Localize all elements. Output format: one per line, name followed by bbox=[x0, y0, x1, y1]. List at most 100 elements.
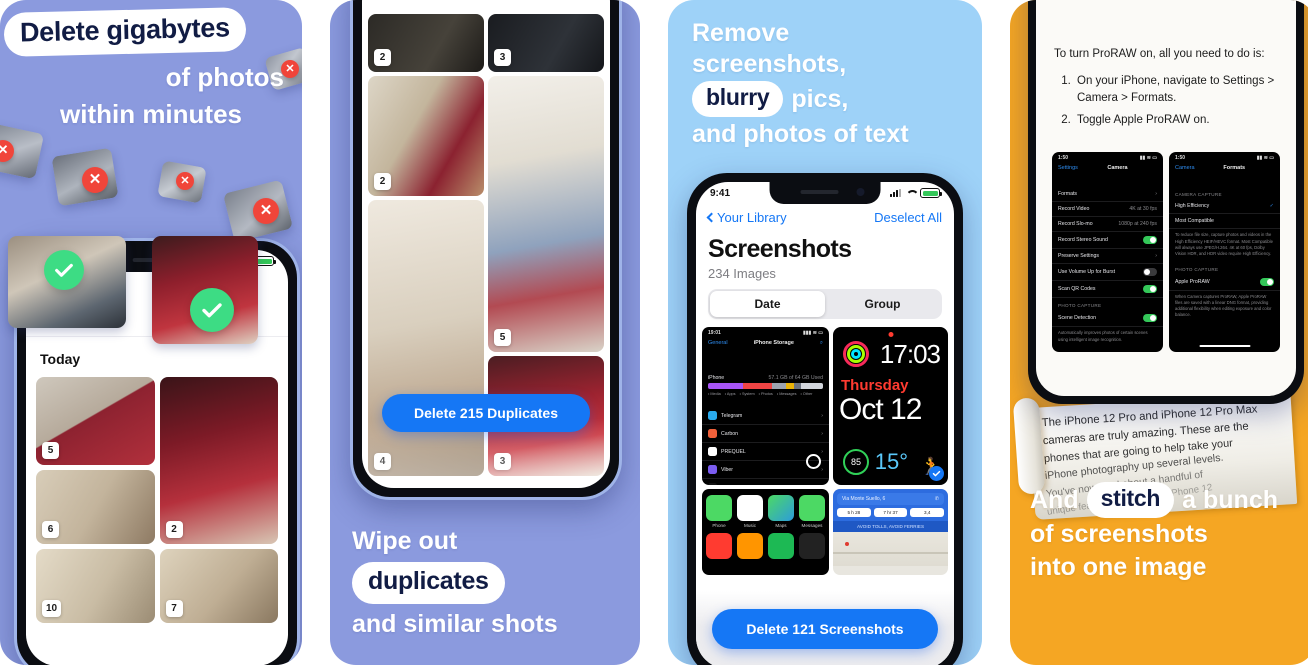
photo-grid: 5 2 6 10 7 bbox=[26, 377, 288, 623]
headline-pill-blurry: blurry bbox=[692, 81, 784, 117]
section-label: Today bbox=[40, 351, 81, 367]
footline-line3: into one image bbox=[1030, 552, 1207, 581]
settings-note: To reduce file size, capture photos and … bbox=[1175, 232, 1273, 256]
panel-stitch-screenshots: To turn ProRAW on, all you need to do is… bbox=[1010, 0, 1308, 665]
toggle-on-icon[interactable] bbox=[1260, 277, 1274, 286]
toggle-on-icon[interactable] bbox=[1143, 314, 1157, 323]
phone-mockup-screenshots: 9:41 Your Library Deselect All Screensho… bbox=[687, 173, 963, 665]
footline-pill: duplicates bbox=[352, 562, 505, 604]
check-icon: ✓ bbox=[1269, 203, 1274, 210]
settings-note: Automatically improves photos of certain… bbox=[1058, 330, 1148, 342]
settings-row-value: 1080p at 240 fps bbox=[1118, 221, 1157, 228]
storage-legend: • Media • Apps • System • Photos • Messages •… bbox=[708, 392, 813, 396]
panel-wipe-out-duplicates: 2 3 2 5 4 bbox=[330, 0, 640, 665]
battery-charging-icon bbox=[920, 188, 942, 198]
maps-destination: Via Monte Suello, 6 bbox=[842, 496, 886, 502]
toggle-off-icon[interactable] bbox=[1143, 268, 1157, 277]
screenshot-iphone-storage[interactable]: 19:01 ▮▮▮ ≋ ▭ General iPhone Storage ⌕ iP… bbox=[702, 327, 829, 485]
toggle-on-icon[interactable] bbox=[1143, 285, 1157, 294]
record-circle-icon bbox=[806, 454, 821, 469]
settings-screenshots: 1:50 ▮▮ ≋ ▭ Settings Camera Formats › Reco… bbox=[1036, 134, 1296, 353]
selected-check-icon bbox=[929, 466, 944, 481]
shot-nav-title: Camera bbox=[1107, 165, 1128, 172]
segment-group[interactable]: Group bbox=[825, 291, 940, 317]
watch-ring-value: 85 bbox=[843, 449, 869, 475]
segment-date[interactable]: Date bbox=[710, 291, 825, 317]
home-indicator bbox=[1198, 345, 1251, 348]
screenshot-camera-settings[interactable]: 1:50 ▮▮ ≋ ▭ Settings Camera Formats › Reco… bbox=[1052, 152, 1163, 353]
selected-check-icon bbox=[44, 250, 84, 290]
back-your-library-button[interactable]: Your Library bbox=[706, 210, 787, 225]
settings-section-header: PHOTO CAPTURE bbox=[1175, 266, 1219, 272]
screenshot-gallery: Delete gigabytes of photos within minute… bbox=[0, 0, 1308, 665]
photo-count-badge: 6 bbox=[42, 521, 59, 538]
storage-app: TikTok bbox=[721, 485, 736, 486]
carplay-app: Messages bbox=[799, 495, 825, 528]
footline-line1-b: a bunch bbox=[1182, 485, 1278, 514]
screenshot-watch-face[interactable]: 17:03 Thursday Oct 12 85 15° 🏃 bbox=[833, 327, 948, 485]
article-lead: To turn ProRAW on, all you need to do is… bbox=[1054, 48, 1265, 60]
storage-device: iPhone bbox=[708, 375, 725, 381]
photo-cell[interactable]: 5 bbox=[488, 76, 604, 352]
screenshot-carplay[interactable]: Phone Music Maps Messages bbox=[702, 489, 829, 575]
photo-cell[interactable]: 7 bbox=[159, 549, 278, 623]
carplay-app: Phone bbox=[706, 495, 732, 528]
article-step: On your iPhone, navigate to Settings > C… bbox=[1074, 73, 1278, 108]
settings-row-label: Record Video bbox=[1058, 206, 1090, 213]
storage-capacity: 57.1 GB of 64 GB Used bbox=[768, 375, 824, 381]
footline-pill-stitch: stitch bbox=[1086, 482, 1175, 518]
toggle-on-icon[interactable] bbox=[1143, 236, 1157, 245]
messages-icon bbox=[799, 495, 825, 521]
carplay-app: Music bbox=[737, 495, 763, 528]
photo-cell[interactable]: 2 bbox=[368, 14, 484, 72]
settings-row-label: Use Volume Up for Burst bbox=[1058, 269, 1116, 276]
photo-count-badge: 10 bbox=[42, 600, 62, 617]
maps-eta-extra: 3,4 bbox=[910, 508, 945, 517]
phone-screen: 9:41 Your Library Deselect All Screensho… bbox=[696, 182, 954, 665]
settings-row-label: Apple ProRAW bbox=[1175, 278, 1210, 285]
delete-duplicates-button[interactable]: Delete 215 Duplicates bbox=[382, 394, 590, 432]
photo-count-badge: 5 bbox=[494, 329, 511, 346]
settings-section-header: PHOTO CAPTURE bbox=[1058, 303, 1102, 309]
photo-cell[interactable]: 10 bbox=[36, 549, 155, 623]
settings-row-value: 4K at 30 fps bbox=[1129, 206, 1157, 213]
storage-app: Carbon bbox=[721, 430, 739, 437]
storage-bar bbox=[708, 383, 823, 389]
headline-line2: screenshots, bbox=[692, 49, 847, 78]
settings-row-label: Record Stereo Sound bbox=[1058, 237, 1108, 244]
photo-cell[interactable]: 3 bbox=[488, 14, 604, 72]
search-icon: ⌕ bbox=[819, 340, 823, 346]
music-icon bbox=[737, 495, 763, 521]
headline-line1: Remove bbox=[692, 19, 790, 47]
photo-cell[interactable]: 2 bbox=[368, 76, 484, 196]
maps-eta-distance: 5 h 28 bbox=[837, 508, 871, 517]
photo-cell[interactable]: 6 bbox=[36, 470, 155, 544]
headline-pill-line1: Delete gigabytes bbox=[3, 7, 247, 57]
toggle-on-icon[interactable] bbox=[1143, 351, 1157, 353]
signal-bars-icon bbox=[890, 189, 901, 197]
date-group-segmented-control[interactable]: Date Group bbox=[708, 289, 942, 319]
shot-nav-back: Settings bbox=[1058, 165, 1078, 172]
photo-cell[interactable]: 5 bbox=[36, 377, 155, 465]
photo-count-badge: 5 bbox=[42, 442, 59, 459]
notch bbox=[769, 182, 881, 204]
phone-mockup-article: To turn ProRAW on, all you need to do is… bbox=[1028, 0, 1304, 404]
deselect-all-button[interactable]: Deselect All bbox=[874, 210, 942, 225]
screenshot-formats-settings[interactable]: 1:50 ▮▮ ≋ ▭ Camera Formats CAMERA CAPTURE… bbox=[1169, 152, 1280, 353]
screenshots-header: Screenshots 234 Images bbox=[696, 225, 954, 289]
photo-count-badge: 2 bbox=[374, 173, 391, 190]
photo-cell[interactable]: 2 bbox=[159, 377, 278, 544]
maps-icon bbox=[768, 495, 794, 521]
photo-count-badge: 3 bbox=[494, 49, 511, 66]
footline-line3: and similar shots bbox=[352, 610, 558, 638]
panel3-headline: Remove screenshots, blurry pics, and pho… bbox=[692, 18, 909, 150]
watch-time: 17:03 bbox=[879, 339, 941, 369]
shot-nav-title: Formats bbox=[1223, 165, 1246, 172]
settings-note: When Camera captures ProRAW, Apple ProRA… bbox=[1175, 293, 1272, 318]
phone-screen: 2 3 2 5 4 bbox=[362, 0, 610, 488]
panel4-footline: And stitch a bunch of screenshots into o… bbox=[1030, 482, 1278, 583]
screenshot-maps-navigation[interactable]: Via Monte Suello, 6 ✆ 5 h 28 7 hr 37 3,4… bbox=[833, 489, 948, 575]
footline-line2: of screenshots bbox=[1030, 520, 1208, 548]
status-time: 9:41 bbox=[710, 187, 731, 199]
delete-screenshots-button[interactable]: Delete 121 Screenshots bbox=[712, 609, 938, 649]
